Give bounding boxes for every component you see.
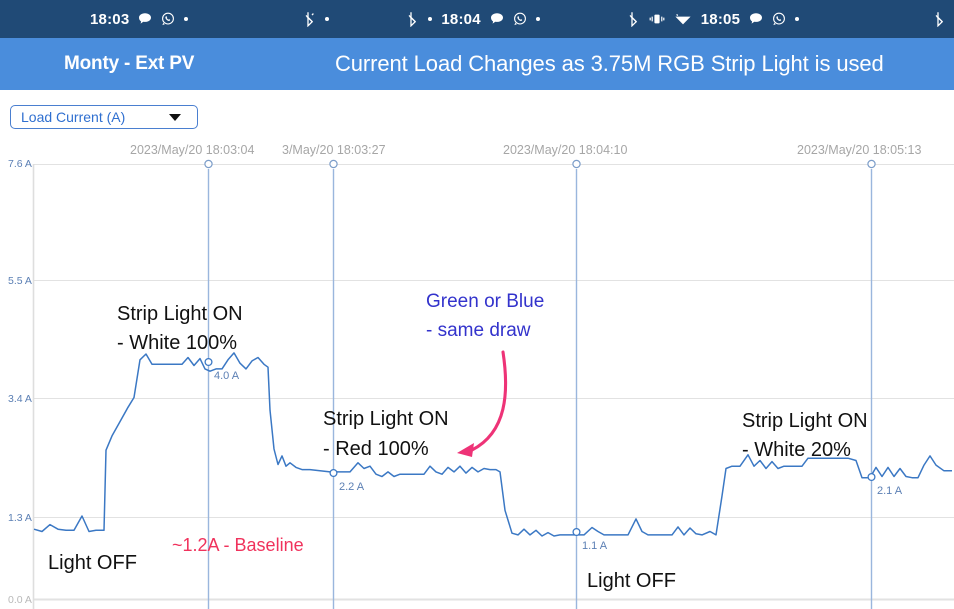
annotation-line: Strip Light ON <box>323 408 449 430</box>
chart-x-axis-labels: 2023/May/20 18:03:04 3/May/20 18:03:27 2… <box>130 143 921 157</box>
page-title: Current Load Changes as 3.75M RGB Strip … <box>335 51 884 76</box>
chart-y-axis-labels: 7.6 A 5.5 A 3.4 A 1.3 A 0.0 A <box>8 158 32 606</box>
annotation-line: Light OFF <box>48 552 137 574</box>
dot-icon <box>795 17 800 21</box>
status-group-2 <box>304 11 330 27</box>
status-clock-3: 18:05 <box>700 10 741 28</box>
readout-value-4: 2.1 A <box>877 485 903 497</box>
annotation-arrow <box>457 350 508 457</box>
status-group-3: 18:04 <box>407 10 540 28</box>
annotation-line: Light OFF <box>587 570 676 592</box>
readout-marker-3 <box>572 527 581 537</box>
system-status-bar: 18:03 18:04 18:05 <box>0 0 954 38</box>
chart-svg: 7.6 A 5.5 A 3.4 A 1.3 A 0.0 A 2023/May/2… <box>8 143 954 609</box>
bluetooth-off-icon <box>407 11 419 27</box>
annotation-line: - White 100% <box>117 332 237 354</box>
annotation-line: Strip Light ON <box>117 303 243 325</box>
y-tick-label: 7.6 A <box>8 158 32 170</box>
annotation-line: - Red 100% <box>323 438 429 460</box>
annotation-red-100: Strip Light ON - Red 100% <box>323 408 449 460</box>
status-group-4: 18:05 <box>628 10 800 28</box>
y-tick-label: 3.4 A <box>8 393 32 405</box>
dot-icon <box>535 17 540 21</box>
annotation-light-off-right: Light OFF <box>587 570 676 592</box>
readout-marker-1 <box>204 357 213 367</box>
load-current-chart[interactable]: 7.6 A 5.5 A 3.4 A 1.3 A 0.0 A 2023/May/2… <box>0 140 954 609</box>
metric-select[interactable]: Load Current (A) <box>10 105 198 129</box>
cursor-timestamp-1: 2023/May/20 18:03:04 <box>130 143 254 157</box>
bluetooth-off-icon <box>628 11 640 27</box>
annotation-line: - same draw <box>426 320 531 341</box>
cursor-handle-1[interactable] <box>204 159 213 169</box>
whatsapp-icon <box>513 12 527 26</box>
bluetooth-off-icon <box>304 11 316 27</box>
dot-icon <box>184 17 189 21</box>
status-clock-2: 18:04 <box>441 10 481 28</box>
cursor-timestamp-3: 2023/May/20 18:04:10 <box>503 143 627 157</box>
chevron-down-icon <box>169 114 181 121</box>
app-root: 18:03 18:04 18:05 Monty - Ext PV Current… <box>0 0 954 609</box>
annotation-baseline: ~1.2A - Baseline <box>172 535 304 555</box>
wifi-icon <box>674 12 692 26</box>
status-clock-1: 18:03 <box>90 10 130 28</box>
annotation-white-100: Strip Light ON - White 100% <box>117 303 243 354</box>
annotation-line: Strip Light ON <box>742 410 868 432</box>
dot-icon <box>428 17 433 21</box>
annotation-line: Green or Blue <box>426 291 544 312</box>
chat-bubble-icon <box>490 12 504 26</box>
cursor-handle-2[interactable] <box>329 159 338 169</box>
readout-value-2: 2.2 A <box>339 481 365 493</box>
annotation-line: ~1.2A - Baseline <box>172 535 304 555</box>
cursor-handle-4[interactable] <box>867 159 876 169</box>
status-group-1: 18:03 <box>90 10 189 28</box>
annotation-green-blue: Green or Blue - same draw <box>426 291 544 341</box>
bluetooth-off-icon <box>934 11 946 27</box>
metric-select-label: Load Current (A) <box>21 109 126 125</box>
readout-marker-2 <box>329 468 338 478</box>
cursor-timestamp-4: 2023/May/20 18:05:13 <box>797 143 921 157</box>
device-name: Monty - Ext PV <box>64 53 195 74</box>
annotation-white-20: Strip Light ON - White 20% <box>742 410 868 461</box>
whatsapp-icon <box>161 12 175 26</box>
y-tick-label: 5.5 A <box>8 275 32 287</box>
readout-value-3: 1.1 A <box>582 540 608 552</box>
dot-icon <box>325 17 330 21</box>
cursor-timestamp-2: 3/May/20 18:03:27 <box>282 143 386 157</box>
vibrate-icon <box>649 12 665 26</box>
chart-cursors[interactable] <box>204 159 876 609</box>
readout-value-1: 4.0 A <box>214 370 240 382</box>
whatsapp-icon <box>772 12 786 26</box>
y-tick-label: 0.0 A <box>8 594 32 606</box>
app-title-bar: Monty - Ext PV Current Load Changes as 3… <box>0 38 954 90</box>
readout-marker-4 <box>867 472 876 482</box>
annotation-line: - White 20% <box>742 439 851 461</box>
y-tick-label: 1.3 A <box>8 512 32 524</box>
chat-bubble-icon <box>138 12 152 26</box>
cursor-handle-3[interactable] <box>572 159 581 169</box>
annotation-light-off-left: Light OFF <box>48 552 137 574</box>
chat-bubble-icon <box>749 12 763 26</box>
status-group-5 <box>934 11 946 27</box>
